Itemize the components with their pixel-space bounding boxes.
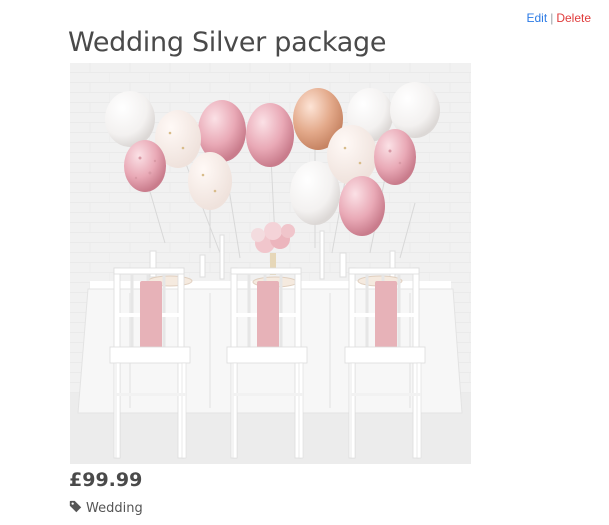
category-label: Wedding xyxy=(86,501,143,516)
product-title: Wedding Silver package xyxy=(68,27,387,58)
admin-separator: | xyxy=(550,11,554,25)
tag-icon xyxy=(69,500,82,517)
delete-link[interactable]: Delete xyxy=(556,11,591,25)
product-image xyxy=(70,63,471,464)
product-detail-page: Edit | Delete Wedding Silver package £99… xyxy=(0,0,609,525)
admin-actions: Edit | Delete xyxy=(527,11,592,25)
category-tag[interactable]: Wedding xyxy=(69,500,143,517)
product-price: £99.99 xyxy=(69,469,143,491)
edit-link[interactable]: Edit xyxy=(527,11,548,25)
